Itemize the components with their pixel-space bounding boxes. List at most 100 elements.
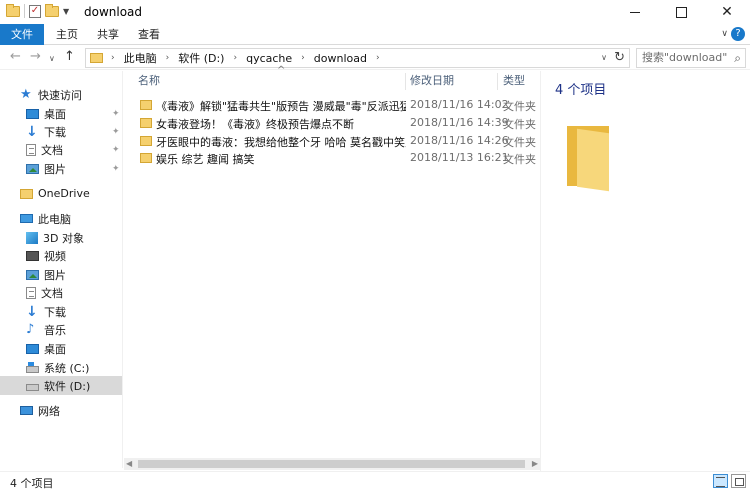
- sidebar-item-label: 文档: [41, 143, 63, 157]
- file-row[interactable]: 《毒液》解锁"猛毒共生"版预告 漫威最"毒"反派迅猛来袭 2018/11/16 …: [136, 96, 540, 114]
- refresh-icon[interactable]: ↻: [614, 50, 625, 65]
- pin-icon[interactable]: ✦: [112, 164, 120, 174]
- breadcrumb-item[interactable]: qycache: [246, 52, 292, 65]
- horizontal-scrollbar[interactable]: ◀ ▶: [124, 458, 540, 470]
- sidebar-item-desktop-pinned[interactable]: 桌面 ✦: [0, 104, 122, 123]
- status-bar: 4 个项目: [0, 471, 750, 490]
- file-row[interactable]: 女毒液登场！《毒液》终极预告爆点不断 2018/11/16 14:39 文件夹: [136, 114, 540, 132]
- music-icon: ♪: [26, 321, 35, 337]
- expand-ribbon-icon[interactable]: ∨: [721, 29, 728, 39]
- folder-icon[interactable]: [6, 3, 20, 17]
- search-input[interactable]: 搜索"download" ⌕: [636, 48, 746, 68]
- help-icon[interactable]: ?: [731, 27, 745, 41]
- file-row[interactable]: 牙医眼中的毒液：我想给他整个牙 哈哈 莫名戳中笑点 2018/11/16 14:…: [136, 132, 540, 150]
- sidebar-item-documents-pinned[interactable]: 文档 ✦: [0, 140, 122, 159]
- tab-share[interactable]: 共享: [97, 24, 119, 45]
- recent-locations-icon[interactable]: ∨: [49, 54, 55, 63]
- tab-home[interactable]: 主页: [56, 24, 78, 45]
- up-arrow-icon[interactable]: ↑: [64, 49, 75, 64]
- chevron-right-icon[interactable]: ›: [166, 53, 170, 63]
- tab-view[interactable]: 查看: [138, 24, 160, 45]
- sidebar-item-3d-objects[interactable]: 3D 对象: [0, 228, 122, 247]
- chevron-right-icon[interactable]: ›: [376, 53, 380, 63]
- toolbar-divider: [24, 4, 25, 18]
- breadcrumb-item[interactable]: download: [314, 52, 367, 65]
- sidebar-item-music[interactable]: ♪ 音乐: [0, 320, 122, 339]
- sidebar-item-drive-c[interactable]: 系统 (C:): [0, 358, 122, 377]
- sidebar-item-label: 图片: [44, 162, 66, 176]
- sidebar-item-desktop[interactable]: 桌面: [0, 339, 122, 358]
- sidebar-item-this-pc[interactable]: 此电脑: [0, 209, 122, 228]
- network-icon: [20, 406, 33, 415]
- breadcrumb-item[interactable]: 此电脑: [124, 50, 157, 66]
- scrollbar-thumb[interactable]: [138, 460, 525, 468]
- sidebar-item-label: 下载: [44, 305, 66, 319]
- sidebar-item-onedrive[interactable]: OneDrive: [0, 184, 122, 203]
- pin-icon[interactable]: ✦: [112, 127, 120, 137]
- sidebar-item-downloads[interactable]: ↓ 下载: [0, 302, 122, 321]
- document-icon: [26, 143, 36, 156]
- address-bar[interactable]: › 此电脑 › 软件 (D:) › qycache › download › ∨…: [85, 48, 630, 68]
- preview-pane: 4 个项目: [540, 71, 750, 471]
- sidebar-item-network[interactable]: 网络: [0, 401, 122, 420]
- document-icon: [26, 286, 36, 299]
- sidebar-item-label: 音乐: [44, 323, 66, 337]
- drive-icon: [26, 384, 39, 391]
- search-icon[interactable]: ⌕: [734, 49, 741, 67]
- large-icons-view-icon[interactable]: [731, 474, 746, 488]
- new-folder-icon[interactable]: [45, 3, 59, 17]
- download-icon: ↓: [26, 303, 38, 320]
- scroll-right-icon[interactable]: ▶: [532, 459, 538, 468]
- tab-file[interactable]: 文件: [0, 24, 44, 45]
- details-view-icon[interactable]: [713, 474, 728, 488]
- sidebar-item-pictures-pinned[interactable]: 图片 ✦: [0, 159, 122, 178]
- file-type: 文件夹: [503, 153, 536, 166]
- address-dropdown-icon[interactable]: ∨: [601, 53, 607, 62]
- scroll-left-icon[interactable]: ◀: [126, 459, 132, 468]
- file-name: 《毒液》解锁"猛毒共生"版预告 漫威最"毒"反派迅猛来袭: [156, 100, 406, 113]
- folder-front-shape: [577, 128, 609, 192]
- sidebar-item-videos[interactable]: 视频: [0, 246, 122, 265]
- status-text: 4 个项目: [10, 477, 54, 490]
- pin-icon[interactable]: ✦: [112, 145, 120, 155]
- close-button[interactable]: ✕: [704, 0, 750, 24]
- sidebar-item-label: OneDrive: [38, 187, 90, 200]
- sidebar-item-quick-access[interactable]: ★ 快速访问: [0, 85, 122, 104]
- chevron-right-icon[interactable]: ›: [233, 53, 237, 63]
- column-header-type[interactable]: 类型: [503, 71, 525, 91]
- large-folder-icon: [567, 126, 609, 192]
- chevron-right-icon[interactable]: ›: [111, 53, 115, 63]
- desktop-icon: [26, 343, 39, 354]
- pictures-icon: [26, 163, 39, 174]
- sidebar-item-label: 3D 对象: [43, 231, 84, 245]
- video-icon: [26, 250, 39, 261]
- chevron-right-icon[interactable]: ›: [301, 53, 305, 63]
- sidebar-item-downloads-pinned[interactable]: ↓ 下载 ✦: [0, 122, 122, 141]
- sidebar-item-label: 文档: [41, 286, 63, 300]
- sort-ascending-icon: ^: [277, 65, 286, 76]
- file-date: 2018/11/13 16:21: [410, 151, 509, 164]
- file-list: ^ 名称 修改日期 类型 《毒液》解锁"猛毒共生"版预告 漫威最"毒"反派迅猛来…: [124, 65, 540, 458]
- column-header-name[interactable]: 名称: [138, 71, 160, 91]
- column-divider[interactable]: [497, 73, 498, 90]
- sidebar-item-pictures[interactable]: 图片: [0, 265, 122, 284]
- pictures-icon: [26, 269, 39, 280]
- customize-toolbar-icon[interactable]: ▼: [63, 7, 69, 16]
- forward-arrow-icon[interactable]: →: [30, 49, 41, 64]
- sidebar-item-label: 此电脑: [38, 212, 71, 226]
- breadcrumb-item[interactable]: 软件 (D:): [178, 50, 224, 66]
- quick-access-toolbar: ✓ ▼: [6, 3, 69, 18]
- sidebar-item-documents[interactable]: 文档: [0, 283, 122, 302]
- navigation-bar: ← → ∨ ↑ › 此电脑 › 软件 (D:) › qycache › down…: [0, 46, 750, 70]
- maximize-button[interactable]: [658, 0, 704, 24]
- column-header-date[interactable]: 修改日期: [410, 71, 454, 91]
- file-name: 女毒液登场！《毒液》终极预告爆点不断: [156, 118, 354, 131]
- sidebar-item-drive-d[interactable]: 软件 (D:): [0, 376, 122, 395]
- properties-icon[interactable]: ✓: [29, 4, 41, 18]
- back-arrow-icon[interactable]: ←: [10, 49, 21, 64]
- minimize-button[interactable]: [612, 0, 658, 24]
- file-row[interactable]: 娱乐 综艺 趣闻 搞笑 2018/11/13 16:21 文件夹: [136, 149, 540, 167]
- pin-icon[interactable]: ✦: [112, 109, 120, 119]
- star-icon: ★: [20, 86, 32, 102]
- column-divider[interactable]: [405, 73, 406, 90]
